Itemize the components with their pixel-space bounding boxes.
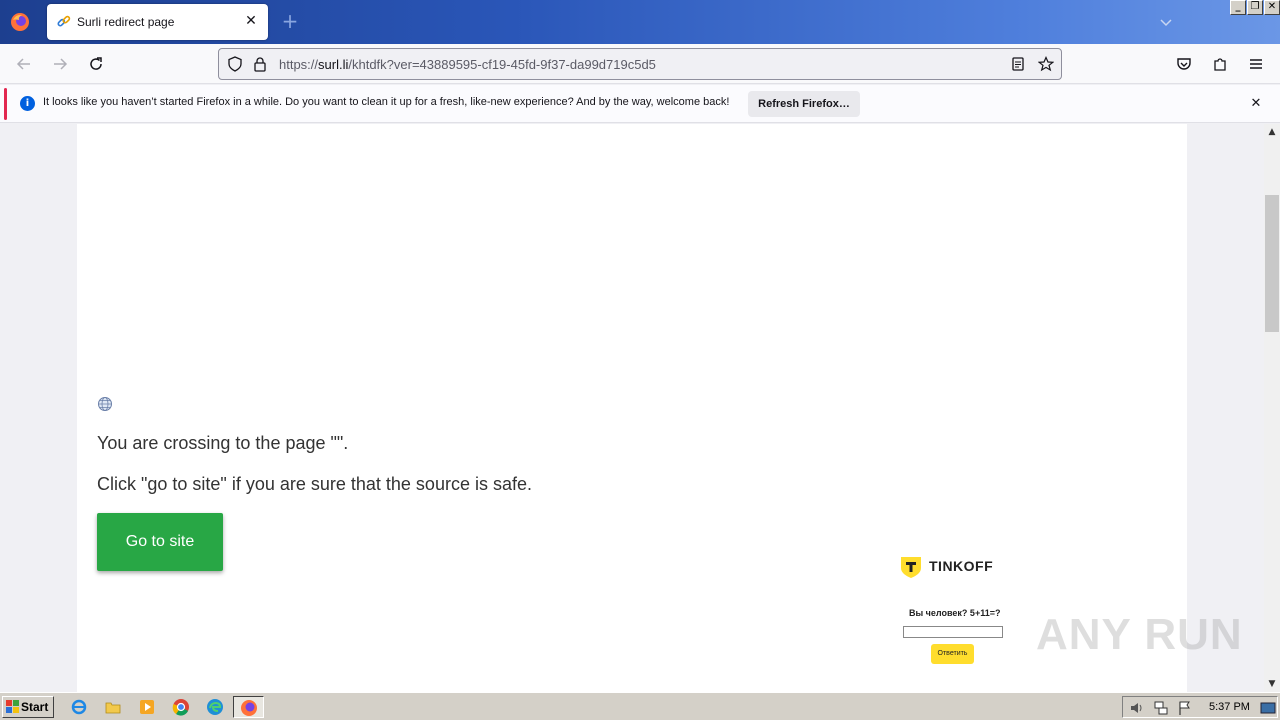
network-icon[interactable] xyxy=(1153,700,1169,716)
file-explorer-icon[interactable] xyxy=(104,698,122,716)
captcha-submit-button[interactable]: Ответить xyxy=(931,644,974,664)
windows-flag-icon xyxy=(6,700,19,713)
media-player-icon[interactable] xyxy=(138,698,156,716)
tab-title: Surli redirect page xyxy=(77,15,175,29)
close-tab-icon[interactable]: ✕ xyxy=(243,13,259,29)
tab-surli-redirect[interactable]: Surli redirect page ✕ xyxy=(47,4,268,40)
firefox-icon xyxy=(241,700,257,716)
tinkoff-brand: TINKOFF xyxy=(929,558,994,574)
tinkoff-logo-icon xyxy=(901,557,921,578)
volume-icon[interactable] xyxy=(1129,700,1145,716)
new-tab-icon[interactable]: + xyxy=(281,11,299,31)
taskbar: Start 5:37 PM xyxy=(0,692,1280,720)
go-to-site-button[interactable]: Go to site xyxy=(97,513,223,571)
shield-icon[interactable] xyxy=(227,56,243,72)
restore-button[interactable]: ❐ xyxy=(1247,0,1263,15)
show-desktop-icon[interactable] xyxy=(1260,700,1276,716)
close-notification-icon[interactable]: ✕ xyxy=(1248,96,1264,112)
edge-icon[interactable] xyxy=(206,698,224,716)
url-text: https://surl.li/khtdfk?ver=43889595-cf19… xyxy=(279,57,656,72)
start-label: Start xyxy=(21,700,49,714)
chrome-icon[interactable] xyxy=(172,698,190,716)
window-controls: _ ❐ ✕ xyxy=(1230,0,1280,16)
scroll-up-arrow-icon[interactable]: ▲ xyxy=(1264,124,1280,140)
forward-arrow-icon[interactable] xyxy=(51,55,69,73)
web-viewport: You are crossing to the page "". Click "… xyxy=(0,124,1264,692)
crossing-message: You are crossing to the page "". xyxy=(97,433,349,453)
url-bar[interactable]: https://surl.li/khtdfk?ver=43889595-cf19… xyxy=(218,48,1062,80)
tinkoff-ad[interactable]: TINKOFF Вы человек? 5+11=? Ответить xyxy=(897,552,1007,672)
bookmark-star-icon[interactable] xyxy=(1038,56,1054,72)
captcha-answer-input[interactable] xyxy=(903,626,1003,638)
navigation-bar: https://surl.li/khtdfk?ver=43889595-cf19… xyxy=(0,44,1280,84)
tab-strip: Surli redirect page ✕ + _ ❐ ✕ xyxy=(0,0,1280,44)
internet-explorer-icon[interactable] xyxy=(70,698,88,716)
firefox-taskbar-button[interactable] xyxy=(233,696,264,718)
refresh-notification-bar: i It looks like you haven’t started Fire… xyxy=(0,85,1280,123)
info-icon: i xyxy=(20,96,35,111)
hamburger-menu-icon[interactable] xyxy=(1247,55,1265,73)
taskbar-clock: 5:37 PM xyxy=(1209,701,1250,713)
page-container: You are crossing to the page "". Click "… xyxy=(77,124,1187,692)
back-arrow-icon[interactable] xyxy=(15,55,33,73)
action-center-flag-icon[interactable] xyxy=(1177,700,1193,716)
scrollbar-thumb[interactable] xyxy=(1265,195,1279,332)
url-domain: surl.li xyxy=(318,57,349,72)
firefox-menu-icon[interactable] xyxy=(10,12,30,32)
scroll-down-arrow-icon[interactable]: ▼ xyxy=(1264,676,1280,692)
system-tray: 5:37 PM xyxy=(1122,696,1278,718)
safety-instruction: Click "go to site" if you are sure that … xyxy=(97,474,532,494)
refresh-firefox-button[interactable]: Refresh Firefox… xyxy=(748,91,860,117)
chevron-down-icon[interactable] xyxy=(1158,14,1174,30)
reader-view-icon[interactable] xyxy=(1010,56,1026,72)
link-icon xyxy=(57,15,71,27)
globe-icon xyxy=(98,397,112,411)
anyrun-watermark: ANY RUN xyxy=(1036,610,1243,659)
minimize-button[interactable]: _ xyxy=(1230,0,1246,15)
captcha-question: Вы человек? 5+11=? xyxy=(909,608,1001,618)
start-button[interactable]: Start xyxy=(2,696,54,718)
close-window-button[interactable]: ✕ xyxy=(1264,0,1280,15)
notification-message: It looks like you haven’t started Firefo… xyxy=(43,96,730,108)
notification-accent xyxy=(4,88,7,120)
lock-icon[interactable] xyxy=(252,56,268,72)
pocket-icon[interactable] xyxy=(1175,55,1193,73)
url-prefix: https:// xyxy=(279,57,319,72)
url-path: /khtdfk?ver=43889595-cf19-45fd-9f37-da99… xyxy=(348,57,656,72)
reload-icon[interactable] xyxy=(87,55,105,73)
vertical-scrollbar[interactable]: ▲ ▼ xyxy=(1264,124,1280,692)
extensions-icon[interactable] xyxy=(1211,55,1229,73)
